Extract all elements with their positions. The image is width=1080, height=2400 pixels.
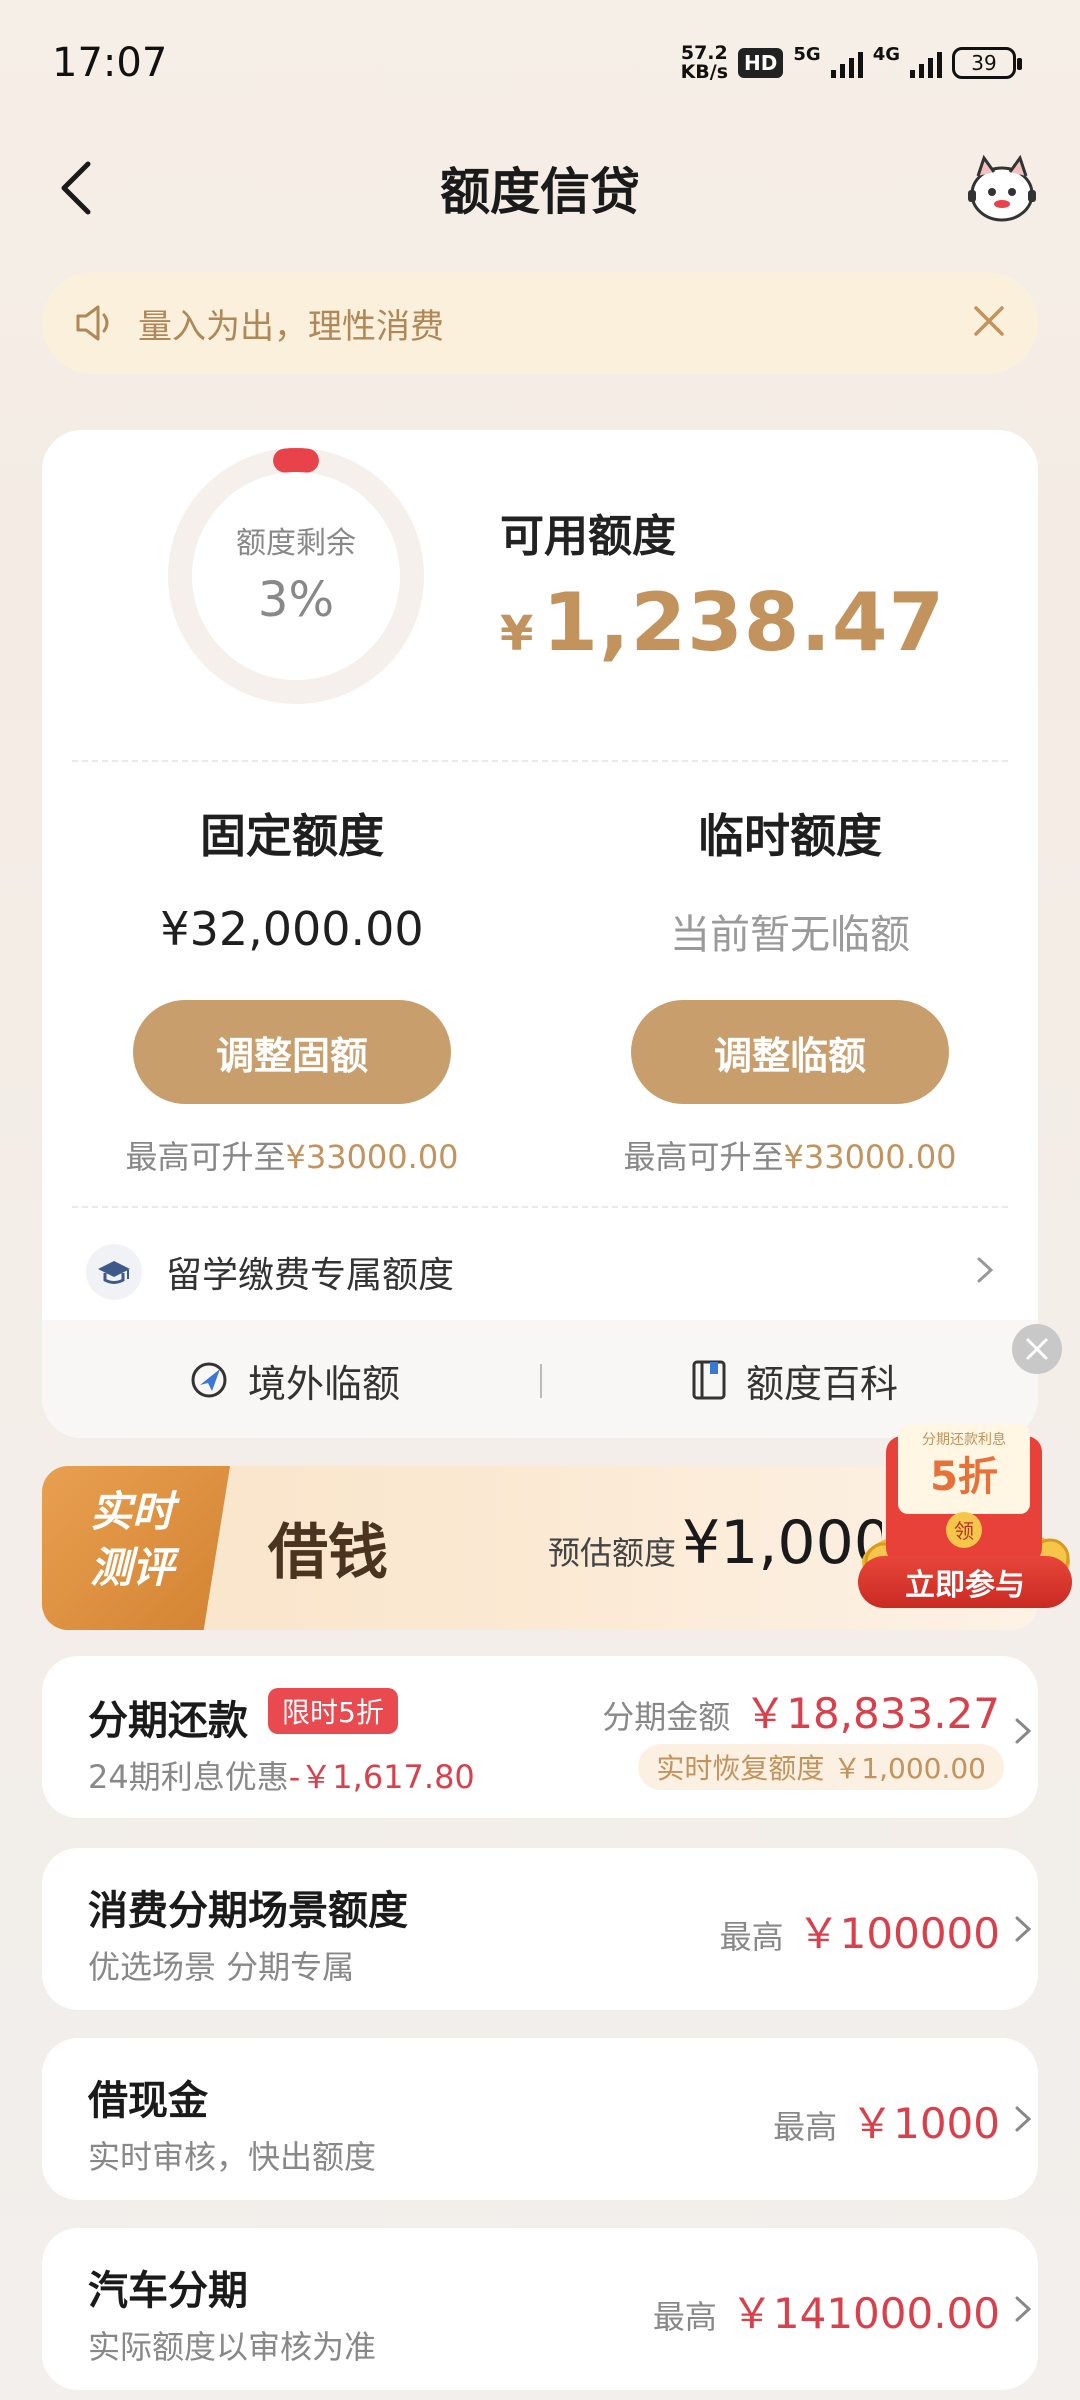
chevron-right-icon	[1014, 2292, 1032, 2332]
notice-text: 量入为出，理性消费	[138, 306, 444, 347]
close-float-button[interactable]	[1012, 1324, 1062, 1374]
item-title: 消费分期场景额度	[88, 1888, 408, 1934]
remaining-arc	[273, 448, 319, 473]
temp-note: 最高可升至¥33000.00	[623, 1138, 957, 1176]
net-4g-label: 4G	[872, 44, 900, 65]
book-icon	[692, 1360, 726, 1400]
borrow-title: 借钱	[268, 1518, 388, 1588]
chevron-right-icon	[976, 1252, 994, 1293]
item-title: 借现金	[88, 2078, 208, 2124]
discount-tag: 限时5折	[268, 1688, 398, 1734]
temp-value: 当前暂无临额	[670, 912, 910, 958]
signal-icon-2	[910, 48, 942, 78]
speaker-icon	[76, 305, 109, 341]
promo-discount-text: 5折	[930, 1454, 998, 1500]
item-sub: 优选场景 分期专属	[88, 1948, 355, 1986]
graduation-cap-icon	[86, 1244, 142, 1300]
chevron-right-icon	[1014, 1714, 1032, 1754]
promo-get-text: 领	[954, 1519, 974, 1543]
estimate-label: 预估额度	[548, 1534, 677, 1572]
overseas-temp-link[interactable]: 境外临额	[188, 1348, 400, 1412]
installment-sub: 24期利息优惠-￥1,617.80	[88, 1758, 475, 1796]
fixed-title: 固定额度	[200, 809, 384, 863]
notice-bar: 量入为出，理性消费	[42, 272, 1038, 374]
badge-text: 实时 测评	[89, 1487, 174, 1592]
chevron-right-icon	[1014, 2102, 1032, 2142]
status-bar: 17:07 57.2 KB/s HD 5G 4G 39	[0, 0, 1080, 120]
plane-circle-icon	[191, 1362, 227, 1398]
item-amount-row: 最高 ￥1000	[773, 2099, 1000, 2148]
close-icon	[1026, 1338, 1048, 1360]
signal-icon	[830, 48, 863, 78]
adjust-fixed-button[interactable]: 调整固额	[133, 1000, 451, 1104]
item-title: 汽车分期	[88, 2268, 248, 2314]
item-amount-row: 最高 ￥141000.00	[652, 2289, 1000, 2338]
item-amount-row: 最高 ￥100000	[719, 1909, 1000, 1958]
net-5g-label: 5G	[793, 44, 821, 65]
adjust-temp-button[interactable]: 调整临额	[631, 1000, 949, 1104]
restore-pill: 实时恢复额度 ￥1,000.00	[638, 1744, 1004, 1790]
item-sub: 实时审核，快出额度	[88, 2138, 377, 2176]
available-amount: ¥1,238.47	[500, 576, 946, 669]
ring-label: 额度剩余	[236, 526, 356, 561]
estimate-amount: ¥1,000	[682, 1508, 882, 1578]
installment-title: 分期还款	[88, 1698, 248, 1744]
ring-value: 3%	[257, 572, 335, 628]
hd-icon: HD	[738, 48, 784, 78]
credit-wiki-link[interactable]: 额度百科	[690, 1348, 898, 1412]
page-title: 额度信贷	[440, 163, 640, 221]
status-icons: 57.2 KB/s HD 5G 4G 39	[680, 42, 1022, 83]
promo-top-text: 分期还款利息	[922, 1431, 1006, 1448]
available-label: 可用额度	[500, 511, 676, 562]
study-abroad-row[interactable]: 留学缴费专属额度	[42, 1222, 1038, 1322]
divider	[72, 1206, 1008, 1208]
fixed-value: ¥32,000.00	[160, 902, 424, 956]
battery-icon: 39	[952, 47, 1022, 79]
chevron-right-icon	[1014, 1912, 1032, 1952]
join-now-button[interactable]: 立即参与	[858, 1556, 1072, 1608]
notice-close-button[interactable]	[972, 304, 1006, 342]
study-abroad-label: 留学缴费专属额度	[166, 1255, 455, 1296]
mascot-avatar[interactable]	[964, 150, 1040, 226]
status-time: 17:07	[52, 40, 168, 86]
fixed-note: 最高可升至¥33000.00	[125, 1138, 459, 1176]
temp-title: 临时额度	[698, 809, 882, 863]
installment-amount-row: 分期金额 ￥18,833.27	[602, 1689, 1000, 1738]
divider	[72, 760, 1008, 762]
network-speed: 57.2 KB/s	[680, 42, 729, 83]
item-sub: 实际额度以审核为准	[88, 2328, 377, 2366]
link-divider	[540, 1364, 542, 1398]
close-icon	[974, 306, 1004, 336]
